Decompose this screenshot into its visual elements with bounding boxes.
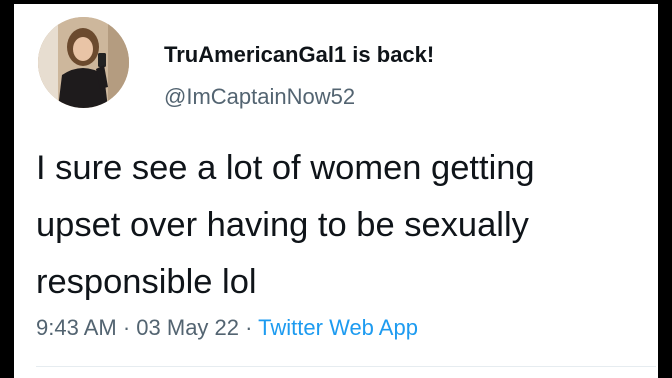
avatar[interactable] bbox=[38, 17, 129, 108]
tweet-text-line: responsible lol bbox=[36, 263, 257, 301]
meta-separator: · bbox=[239, 315, 259, 340]
tweet-text: I sure see a lot of women getting upset … bbox=[36, 140, 656, 311]
tweet-metadata: 9:43 AM · 03 May 22 · Twitter Web App bbox=[36, 315, 418, 341]
tweet-text-line: I sure see a lot of women getting bbox=[36, 149, 535, 187]
profile-photo-icon bbox=[38, 17, 129, 108]
tweet-source-link[interactable]: Twitter Web App bbox=[258, 315, 418, 340]
divider bbox=[36, 366, 656, 367]
display-name[interactable]: TruAmericanGal1 is back! bbox=[164, 42, 434, 68]
tweet-time[interactable]: 9:43 AM bbox=[36, 315, 117, 340]
tweet-card: TruAmericanGal1 is back! @ImCaptainNow52… bbox=[14, 4, 658, 378]
meta-separator: · bbox=[116, 315, 137, 340]
tweet-text-line: upset over having to be sexually bbox=[36, 206, 529, 244]
tweet-date[interactable]: 03 May 22 bbox=[136, 315, 239, 340]
user-handle[interactable]: @ImCaptainNow52 bbox=[164, 84, 355, 110]
